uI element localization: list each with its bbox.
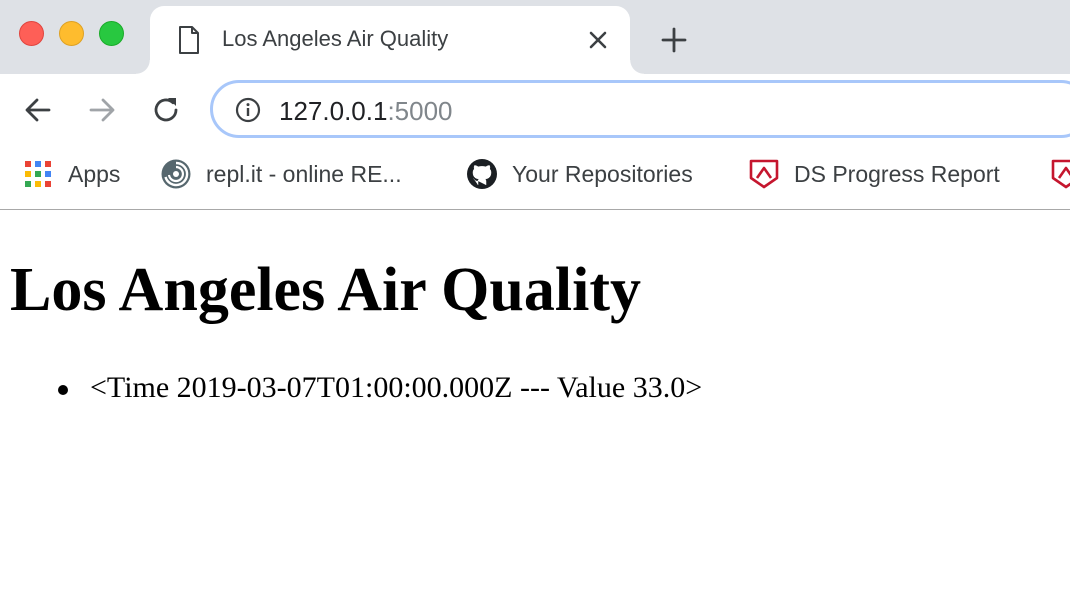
url-text[interactable]: 127.0.0.1:5000 bbox=[279, 96, 453, 127]
shield-icon bbox=[1051, 159, 1070, 189]
bookmarks-bar: Apps repl.it - online RE... Your Reposit… bbox=[0, 146, 1070, 210]
plus-icon[interactable] bbox=[660, 26, 688, 54]
window-maximize-button[interactable] bbox=[99, 21, 124, 46]
bookmark-label: repl.it - online RE... bbox=[206, 160, 402, 187]
bookmark-label: Apps bbox=[68, 160, 121, 187]
list-item: <Time 2019-03-07T01:00:00.000Z --- Value… bbox=[58, 371, 702, 405]
window-minimize-button[interactable] bbox=[59, 21, 84, 46]
bookmark-replit[interactable]: repl.it - online RE... bbox=[160, 158, 402, 190]
window-close-button[interactable] bbox=[19, 21, 44, 46]
apps-grid-icon bbox=[25, 161, 51, 187]
page-title: Los Angeles Air Quality bbox=[10, 256, 641, 324]
close-icon[interactable] bbox=[586, 28, 610, 52]
url-port: :5000 bbox=[387, 96, 453, 126]
bookmark-apps[interactable]: Apps bbox=[22, 158, 120, 190]
bookmark-label: DS Progress Report bbox=[794, 160, 1000, 187]
bookmark-ds-progress-report[interactable]: DS Progress Report bbox=[748, 158, 1000, 190]
url-host: 127.0.0.1 bbox=[279, 96, 388, 126]
address-bar[interactable]: 127.0.0.1:5000 bbox=[210, 80, 1070, 138]
shield-icon bbox=[749, 159, 779, 189]
github-icon bbox=[467, 159, 497, 189]
bookmark-partial[interactable] bbox=[1050, 158, 1070, 190]
browser-toolbar: 127.0.0.1:5000 bbox=[0, 74, 1070, 146]
replit-icon bbox=[161, 159, 191, 189]
reload-icon[interactable] bbox=[150, 94, 182, 126]
tab-strip: Los Angeles Air Quality bbox=[0, 0, 1070, 74]
bookmark-github[interactable]: Your Repositories bbox=[466, 158, 693, 190]
document-icon bbox=[179, 26, 199, 54]
arrow-right-icon[interactable] bbox=[86, 94, 118, 126]
browser-tab-active[interactable]: Los Angeles Air Quality bbox=[136, 6, 644, 74]
tab-title: Los Angeles Air Quality bbox=[222, 26, 449, 51]
readings-list: <Time 2019-03-07T01:00:00.000Z --- Value… bbox=[58, 371, 702, 405]
info-icon[interactable] bbox=[235, 97, 261, 123]
bookmark-label: Your Repositories bbox=[512, 160, 693, 187]
page-content: Los Angeles Air Quality <Time 2019-03-07… bbox=[0, 211, 1070, 614]
arrow-left-icon[interactable] bbox=[22, 94, 54, 126]
